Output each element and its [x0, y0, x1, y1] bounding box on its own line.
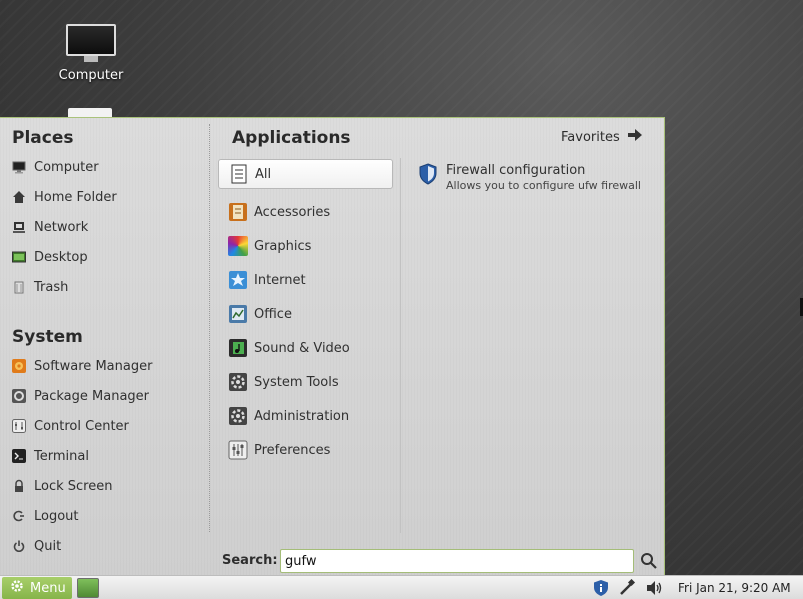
system-title: System [12, 327, 83, 347]
category-label: All [255, 166, 272, 182]
desktop-icon-computer[interactable]: Computer [50, 22, 132, 83]
system-item-label: Logout [34, 508, 79, 524]
places-item-network[interactable]: Network [12, 216, 88, 238]
menu-button-label: Menu [30, 580, 66, 596]
category-accessories[interactable]: Accessories [218, 197, 393, 227]
apps-divider [400, 158, 401, 533]
shield-update-icon[interactable] [592, 579, 610, 597]
category-administration[interactable]: Administration [218, 401, 393, 431]
system-item-software-manager[interactable]: Software Manager [12, 355, 152, 377]
accessories-icon [228, 202, 248, 222]
system-item-label: Control Center [34, 418, 129, 434]
category-label: Administration [254, 408, 350, 424]
search-input[interactable] [280, 549, 634, 573]
lock-icon [12, 479, 26, 493]
category-label: Internet [254, 272, 306, 288]
logout-icon [12, 509, 26, 523]
package-manager-icon [12, 389, 26, 403]
trash-icon [12, 280, 26, 294]
graphics-icon [228, 236, 248, 256]
category-label: Office [254, 306, 292, 322]
system-tools-icon [228, 372, 248, 392]
menu-button[interactable]: Menu [2, 577, 72, 599]
category-all[interactable]: All [218, 159, 393, 189]
places-item-label: Home Folder [34, 189, 117, 205]
favorites-button[interactable]: Favorites [561, 129, 642, 145]
system-item-terminal[interactable]: Terminal [12, 445, 89, 467]
category-sound-video[interactable]: Sound & Video [218, 333, 393, 363]
software-manager-icon [12, 359, 26, 373]
category-internet[interactable]: Internet [218, 265, 393, 295]
power-icon [12, 539, 26, 553]
system-item-label: Lock Screen [34, 478, 113, 494]
category-preferences[interactable]: Preferences [218, 435, 393, 465]
internet-icon [228, 270, 248, 290]
category-label: Accessories [254, 204, 331, 220]
home-icon [12, 190, 26, 204]
clock[interactable]: Fri Jan 21, 9:20 AM [678, 581, 791, 595]
places-item-label: Desktop [34, 249, 88, 265]
system-item-control-center[interactable]: Control Center [12, 415, 129, 437]
computer-icon [12, 160, 26, 174]
result-name: Firewall configuration [446, 163, 586, 178]
system-item-label: Package Manager [34, 388, 150, 404]
search-icon[interactable] [640, 552, 658, 570]
places-item-trash[interactable]: Trash [12, 276, 68, 298]
administration-icon [228, 406, 248, 426]
system-item-logout[interactable]: Logout [12, 505, 79, 527]
network-cable-icon[interactable] [618, 578, 636, 597]
places-item-label: Computer [34, 159, 99, 175]
places-item-computer[interactable]: Computer [12, 156, 99, 178]
shield-icon [418, 163, 438, 192]
terminal-icon [12, 449, 26, 463]
category-label: System Tools [254, 374, 339, 390]
category-graphics[interactable]: Graphics [218, 231, 393, 261]
gear-icon [10, 579, 24, 597]
sound-video-icon [228, 338, 248, 358]
office-icon [228, 304, 248, 324]
category-label: Sound & Video [254, 340, 350, 356]
column-divider [209, 124, 210, 532]
places-item-label: Network [34, 219, 89, 235]
control-center-icon [12, 419, 26, 433]
places-item-desktop[interactable]: Desktop [12, 246, 88, 268]
category-office[interactable]: Office [218, 299, 393, 329]
system-item-package-manager[interactable]: Package Manager [12, 385, 149, 407]
system-item-quit[interactable]: Quit [12, 535, 61, 557]
places-item-home-folder[interactable]: Home Folder [12, 186, 117, 208]
system-item-label: Quit [34, 538, 62, 554]
system-item-label: Software Manager [34, 358, 153, 374]
volume-icon[interactable] [645, 579, 663, 597]
places-title: Places [12, 128, 74, 148]
search-result-firewall-configuration[interactable]: Firewall configuration Allows you to con… [418, 163, 641, 192]
taskbar: Menu Fri Jan 21, 9:20 AM [0, 575, 803, 599]
category-label: Preferences [254, 442, 331, 458]
computer-monitor-icon [66, 22, 116, 62]
system-item-label: Terminal [34, 448, 89, 464]
places-item-label: Trash [34, 279, 69, 295]
category-label: Graphics [254, 238, 312, 254]
network-icon [12, 220, 26, 234]
application-menu: Places Computer Home Folder Network Desk… [0, 117, 665, 575]
search-label: Search: [222, 553, 278, 568]
category-system-tools[interactable]: System Tools [218, 367, 393, 397]
show-desktop-button[interactable] [77, 578, 99, 598]
desktop-icon [12, 250, 26, 264]
preferences-icon [228, 440, 248, 460]
result-description: Allows you to configure ufw firewall [446, 179, 641, 192]
favorites-label: Favorites [561, 129, 620, 145]
all-list-icon [229, 164, 249, 184]
desktop-icon-label: Computer [58, 68, 124, 83]
system-item-lock-screen[interactable]: Lock Screen [12, 475, 112, 497]
arrow-right-icon [627, 129, 642, 145]
applications-title: Applications [232, 128, 351, 148]
